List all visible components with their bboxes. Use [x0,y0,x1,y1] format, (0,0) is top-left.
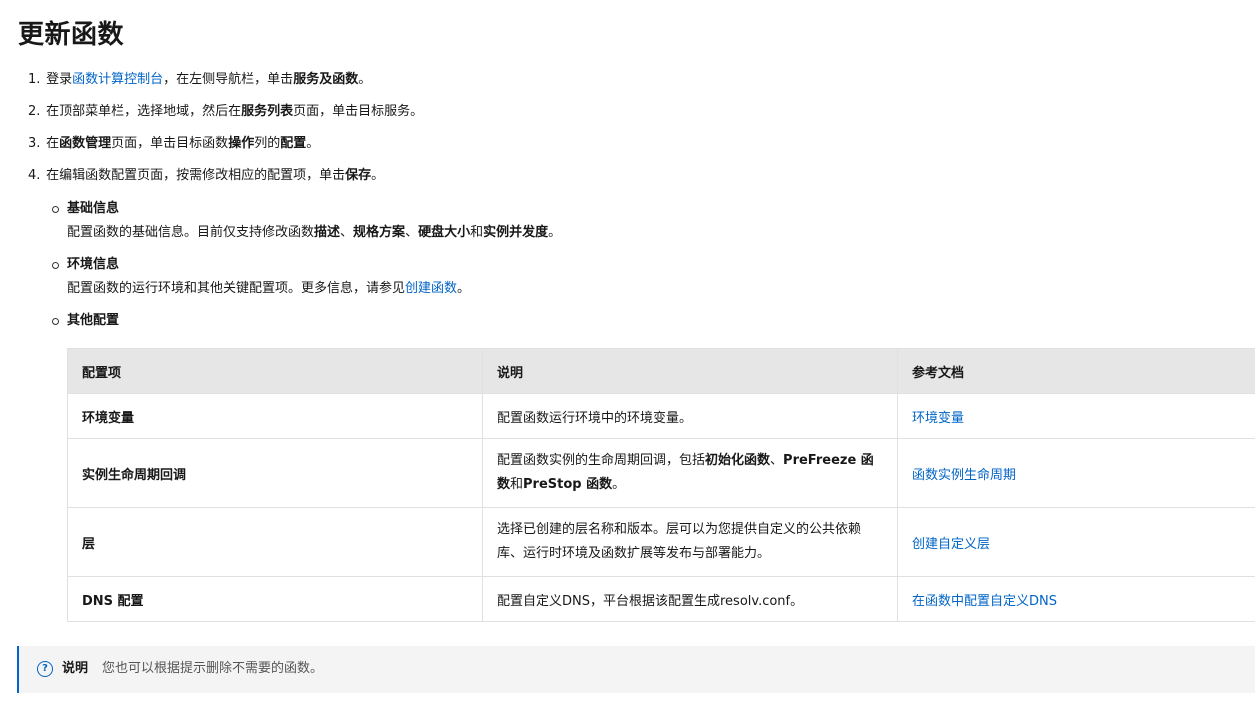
config-item-description: 配置自定义DNS，平台根据该配置生成resolv.conf。 [482,576,898,622]
custom-layer-link[interactable]: 创建自定义层 [912,537,990,552]
step-text: 在编辑函数配置页面，按需修改相应的配置项，单击 [46,168,346,183]
desc-bold: 描述 [314,225,341,240]
table-row: 实例生命周期回调 配置函数实例的生命周期回调，包括初始化函数、PreFreeze… [67,438,1255,508]
step-number: 3. [28,136,41,151]
step-bold: 服务列表 [241,104,294,119]
step-text: 页面，单击目标服务。 [293,104,424,119]
config-item-name: 实例生命周期回调 [67,438,483,508]
desc-text: 和 [510,477,524,492]
step-text: 。 [371,168,385,183]
reference-cell: 创建自定义层 [897,507,1255,577]
step-text: 列的 [254,136,281,151]
step-text: 页面，单击目标函数 [111,136,229,151]
desc-text: 配置函数的基础信息。目前仅支持修改函数 [67,225,315,240]
desc-text: 配置函数实例的生命周期回调，包括 [497,453,706,468]
step-text: 在 [46,136,60,151]
page-title: 更新函数 [18,20,125,50]
document-page: 更新函数 1. 登录函数计算控制台，在左侧导航栏，单击服务及函数。 2. 在顶部… [0,0,1255,702]
step-3: 3. 在函数管理页面，单击目标函数操作列的配置。 [28,134,319,154]
note-box: ? 说明 您也可以根据提示删除不需要的函数。 [17,646,1255,693]
desc-bold: PreStop 函数 [523,477,613,492]
config-item-name: 层 [67,507,483,577]
config-item-description: 选择已创建的层名称和版本。层可以为您提供自定义的公共依赖库、运行时环境及函数扩展… [482,507,898,577]
desc-bold: 硬盘大小 [418,225,471,240]
table-header-row: 配置项 说明 参考文档 [67,348,1255,394]
subitem-title: 其他配置 [67,313,120,328]
desc-text: 配置函数的运行环境和其他关键配置项。更多信息，请参见 [67,281,406,296]
config-item-description: 配置函数实例的生命周期回调，包括初始化函数、PreFreeze 函数和PreSt… [482,438,898,508]
step-bold: 函数管理 [59,136,112,151]
desc-text: 、 [340,225,354,240]
desc-text: 、 [770,453,784,468]
column-header-reference: 参考文档 [897,348,1255,394]
desc-text: 。 [457,281,471,296]
column-header-config-item: 配置项 [67,348,483,394]
console-link[interactable]: 函数计算控制台 [72,72,163,87]
desc-text: 。 [612,477,626,492]
step-bold: 保存 [345,168,372,183]
config-item-name: 环境变量 [67,393,483,439]
subitem-title: 基础信息 [67,201,120,216]
step-text: 在顶部菜单栏，选择地域，然后在 [46,104,242,119]
question-circle-icon: ? [37,661,53,677]
step-bold: 服务及函数 [293,72,359,87]
step-1: 1. 登录函数计算控制台，在左侧导航栏，单击服务及函数。 [28,70,371,90]
instance-lifecycle-link[interactable]: 函数实例生命周期 [912,468,1016,483]
note-label: 说明 [62,661,89,676]
config-item-name: DNS 配置 [67,576,483,622]
circle-bullet-icon [52,262,59,269]
reference-cell: 函数实例生命周期 [897,438,1255,508]
env-variable-link[interactable]: 环境变量 [912,411,964,426]
step-2: 2. 在顶部菜单栏，选择地域，然后在服务列表页面，单击目标服务。 [28,102,423,122]
table-row: 环境变量 配置函数运行环境中的环境变量。 环境变量 [67,393,1255,439]
desc-bold: 初始化函数 [705,453,771,468]
step-bold: 操作 [228,136,255,151]
step-text: 。 [358,72,372,87]
step-text: 。 [306,136,320,151]
step-text: 登录 [46,72,73,87]
subitem-description: 配置函数的运行环境和其他关键配置项。更多信息，请参见创建函数。 [67,279,470,299]
note-text: 您也可以根据提示删除不需要的函数。 [102,661,324,676]
step-number: 2. [28,104,41,119]
circle-bullet-icon [52,206,59,213]
config-table: 配置项 说明 参考文档 环境变量 配置函数运行环境中的环境变量。 环境变量 实例… [67,348,1255,622]
table-row: DNS 配置 配置自定义DNS，平台根据该配置生成resolv.conf。 在函… [67,576,1255,622]
step-number: 4. [28,168,41,183]
desc-text: 和 [470,225,484,240]
desc-text: 。 [548,225,562,240]
step-text: ，在左侧导航栏，单击 [163,72,294,87]
config-item-description: 配置函数运行环境中的环境变量。 [482,393,898,439]
step-4: 4. 在编辑函数配置页面，按需修改相应的配置项，单击保存。 [28,166,384,186]
step-bold: 配置 [280,136,307,151]
reference-cell: 在函数中配置自定义DNS [897,576,1255,622]
circle-bullet-icon [52,318,59,325]
desc-text: 、 [405,225,419,240]
reference-cell: 环境变量 [897,393,1255,439]
subitem-title: 环境信息 [67,257,120,272]
table-row: 层 选择已创建的层名称和版本。层可以为您提供自定义的公共依赖库、运行时环境及函数… [67,507,1255,577]
custom-dns-link[interactable]: 在函数中配置自定义DNS [912,594,1057,609]
create-function-link[interactable]: 创建函数 [405,281,457,296]
column-header-description: 说明 [482,348,898,394]
desc-bold: 实例并发度 [483,225,549,240]
desc-bold: 规格方案 [353,225,406,240]
step-number: 1. [28,72,41,87]
subitem-description: 配置函数的基础信息。目前仅支持修改函数描述、规格方案、硬盘大小和实例并发度。 [67,223,561,243]
